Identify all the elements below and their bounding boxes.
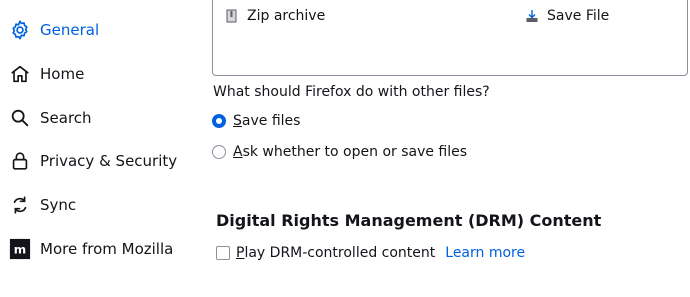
archive-file-icon <box>225 9 239 23</box>
download-icon <box>525 9 539 23</box>
action-cell[interactable]: Save File <box>525 8 609 24</box>
sidebar-item-search[interactable]: Search <box>8 100 92 136</box>
svg-text:m: m <box>14 243 26 257</box>
sidebar: General Home Search Privacy & Security S… <box>0 0 200 297</box>
sidebar-item-label: General <box>40 21 100 39</box>
sidebar-item-home[interactable]: Home <box>8 56 84 92</box>
save-files-radio[interactable] <box>212 114 226 128</box>
ask-open-save-radio-option[interactable]: Ask whether to open or save files <box>212 144 467 160</box>
sidebar-item-label: Home <box>40 65 85 83</box>
learn-more-link[interactable]: Learn more <box>445 245 525 261</box>
other-files-question: What should Firefox do with other files? <box>213 84 490 100</box>
save-files-radio-option[interactable]: Save files <box>212 113 300 129</box>
sidebar-item-general[interactable]: General <box>8 12 99 48</box>
ask-open-save-radio[interactable] <box>212 145 226 159</box>
sidebar-item-privacy[interactable]: Privacy & Security <box>8 143 177 179</box>
drm-option: Play DRM-controlled content Learn more <box>216 245 525 261</box>
drm-checkbox[interactable] <box>216 246 230 260</box>
radio-label: Save files <box>233 113 301 129</box>
drm-section-title: Digital Rights Management (DRM) Content <box>216 211 602 230</box>
sidebar-item-label: Privacy & Security <box>40 152 178 170</box>
drm-checkbox-label[interactable]: Play DRM-controlled content <box>236 245 435 261</box>
search-icon <box>8 106 32 130</box>
sidebar-item-label: Sync <box>40 196 77 214</box>
content-type-label: Zip archive <box>247 8 326 24</box>
content-type-cell: Zip archive <box>225 8 325 24</box>
content-type-list[interactable]: Zip archive Save File <box>212 0 688 76</box>
mozilla-logo-icon: m <box>8 237 32 261</box>
sidebar-item-label: Search <box>40 109 92 127</box>
home-icon <box>8 62 32 86</box>
radio-label: Ask whether to open or save files <box>233 144 468 160</box>
sidebar-item-sync[interactable]: Sync <box>8 187 76 223</box>
sidebar-item-label: More from Mozilla <box>40 240 174 258</box>
lock-icon <box>8 149 32 173</box>
sync-icon <box>8 193 32 217</box>
action-label: Save File <box>547 8 610 24</box>
sidebar-item-more-from-mozilla[interactable]: m More from Mozilla <box>8 231 173 267</box>
gear-icon <box>8 18 32 42</box>
